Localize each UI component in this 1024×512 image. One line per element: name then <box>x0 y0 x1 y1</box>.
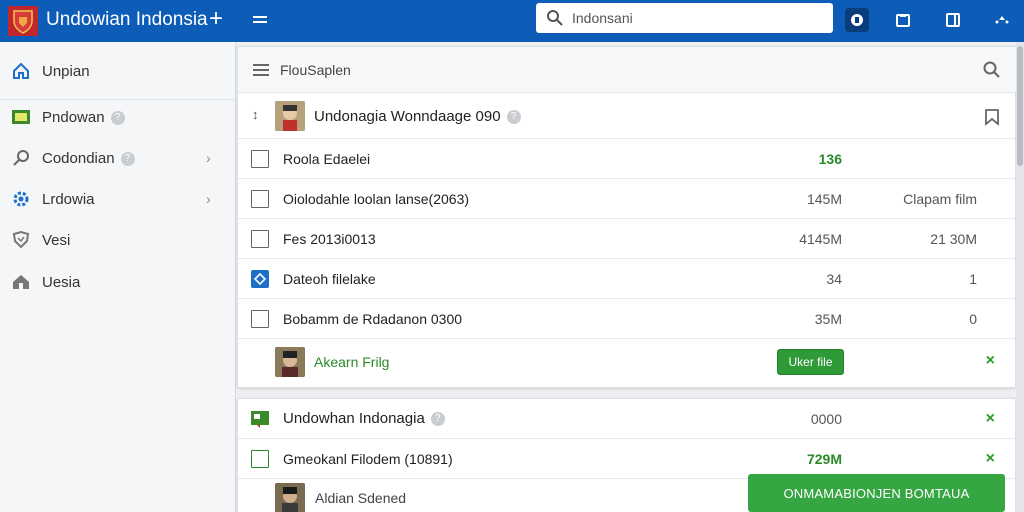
row-size: 729M <box>806 451 842 467</box>
menu-icon[interactable] <box>250 10 270 30</box>
row-count: 34 <box>826 271 842 287</box>
app-logo-icon <box>8 6 38 36</box>
row-checkbox[interactable] <box>251 150 269 168</box>
table-row[interactable]: Roola Edaelei 136 <box>238 139 1017 179</box>
bookmark-icon[interactable] <box>982 107 1002 127</box>
help-badge: ? <box>506 110 521 125</box>
card-toolbar: FlouSaplen <box>238 47 1017 93</box>
avatar <box>275 101 305 131</box>
chevron-right-icon: › <box>206 191 211 207</box>
top-bar: Undowian Indonsia + <box>0 0 1024 42</box>
sidebar-item-label: Uesia <box>42 273 81 291</box>
dropbox-icon[interactable] <box>251 270 269 288</box>
home-icon <box>10 60 32 82</box>
row-type: Clapam film <box>903 191 977 207</box>
row-name: Roola Edaelei <box>283 151 371 167</box>
more-options-button[interactable] <box>990 8 1014 32</box>
window-icon <box>946 13 960 27</box>
search-input[interactable] <box>572 8 822 28</box>
add-icon[interactable]: + <box>204 6 228 32</box>
notifications-button[interactable] <box>845 8 869 32</box>
search-icon[interactable] <box>982 60 1002 80</box>
file-list-card: FlouSaplen ↕ Undonagia Wonndaage 090? Ro… <box>237 46 1017 388</box>
row-name: Fes 2013i0013 <box>283 231 376 247</box>
sidebar-item-lrdowia[interactable]: Lrdowia › <box>0 179 236 219</box>
table-row[interactable]: Gmeokanl Filodem (10891) 729M × <box>238 439 1017 479</box>
more-icon <box>995 16 1009 24</box>
list-menu-icon[interactable] <box>251 60 271 80</box>
help-badge: ? <box>120 151 135 166</box>
row-value: 136 <box>818 151 842 167</box>
search-box[interactable] <box>536 3 833 33</box>
search-icon <box>10 147 32 169</box>
home-alt-icon <box>10 271 32 293</box>
row-size: 35M <box>814 311 842 327</box>
table-row[interactable]: Fes 2013i0013 4145M 21 30M <box>238 219 1017 259</box>
help-badge: ? <box>110 110 125 125</box>
shield-icon <box>10 229 32 251</box>
row-checkbox[interactable] <box>251 310 269 328</box>
row-name: Aldian Sdened <box>315 490 407 506</box>
row-name: Gmeokanl Filodem (10891) <box>283 451 453 467</box>
toolbar-title: FlouSaplen <box>280 62 351 78</box>
expand-arrow-icon[interactable]: ↕ <box>252 107 259 122</box>
main-content: FlouSaplen ↕ Undonagia Wonndaage 090? Ro… <box>237 42 1024 512</box>
folder-title: Undowhan Indonagia <box>283 410 425 427</box>
green-folder-icon <box>250 409 270 429</box>
sidebar-item-home[interactable]: Unpian <box>0 51 236 91</box>
row-value: 0000 <box>810 411 842 427</box>
upload-file-button[interactable]: Uker file <box>777 349 844 375</box>
gear-icon <box>10 188 32 210</box>
green-square-icon <box>10 106 32 128</box>
chevron-right-icon: › <box>206 150 211 166</box>
sidebar: Unpian Pndowan? Codondian? › Lrdowia › V… <box>0 42 236 512</box>
app-title: Undowian Indonsia <box>46 9 208 30</box>
avatar <box>275 483 305 512</box>
sidebar-item-vesi[interactable]: Vesi <box>0 220 236 260</box>
folder-title: Undonagia Wonndaage 090 <box>314 108 501 125</box>
close-icon[interactable]: × <box>986 410 995 428</box>
folder-header-row[interactable]: Undowhan Indonagia? 0000 × <box>238 399 1017 439</box>
row-name: Dateoh filelake <box>283 271 376 287</box>
row-checkbox[interactable] <box>251 230 269 248</box>
row-count-2: 1 <box>969 271 977 287</box>
window-button[interactable] <box>941 8 965 32</box>
folder-icon <box>896 14 910 27</box>
row-size: 4145M <box>799 231 842 247</box>
table-row[interactable]: Bobamm de Rdadanon 0300 35M 0 <box>238 299 1017 339</box>
sidebar-item-label: Codondian <box>42 149 115 167</box>
close-icon[interactable]: × <box>986 352 995 370</box>
upload-row[interactable]: Akearn Frilg Uker file × <box>238 339 1017 385</box>
row-size-2: 21 30M <box>930 231 977 247</box>
folder-button[interactable] <box>891 8 915 32</box>
sidebar-item-codondian[interactable]: Codondian? › <box>0 138 236 178</box>
primary-action-button[interactable]: ONMAMABIONJEN BOMTAUA <box>748 474 1005 512</box>
sidebar-item-label: Pndowan <box>42 108 105 126</box>
folder-header-row[interactable]: ↕ Undonagia Wonndaage 090? <box>238 93 1017 139</box>
row-name: Akearn Frilg <box>314 354 390 370</box>
avatar <box>275 347 305 377</box>
sidebar-item-pndowan[interactable]: Pndowan? <box>0 97 236 137</box>
sidebar-item-label: Unpian <box>42 62 90 80</box>
sidebar-item-label: Vesi <box>42 231 71 249</box>
row-name: Oiolodahle loolan lanse(2063) <box>283 191 470 207</box>
sidebar-item-label: Lrdowia <box>42 190 95 208</box>
table-row[interactable]: Oiolodahle loolan lanse(2063) 145M Clapa… <box>238 179 1017 219</box>
sidebar-item-uesia[interactable]: Uesia <box>0 262 236 302</box>
close-icon[interactable]: × <box>986 450 995 468</box>
row-count: 0 <box>969 311 977 327</box>
row-name: Bobamm de Rdadanon 0300 <box>283 311 463 327</box>
scrollbar-thumb[interactable] <box>1017 46 1023 166</box>
row-size: 145M <box>806 191 842 207</box>
circle-icon <box>851 14 863 26</box>
help-badge: ? <box>430 412 445 427</box>
row-checkbox[interactable] <box>251 450 269 468</box>
table-row[interactable]: Dateoh filelake 34 1 <box>238 259 1017 299</box>
row-checkbox[interactable] <box>251 190 269 208</box>
search-icon <box>546 9 564 27</box>
